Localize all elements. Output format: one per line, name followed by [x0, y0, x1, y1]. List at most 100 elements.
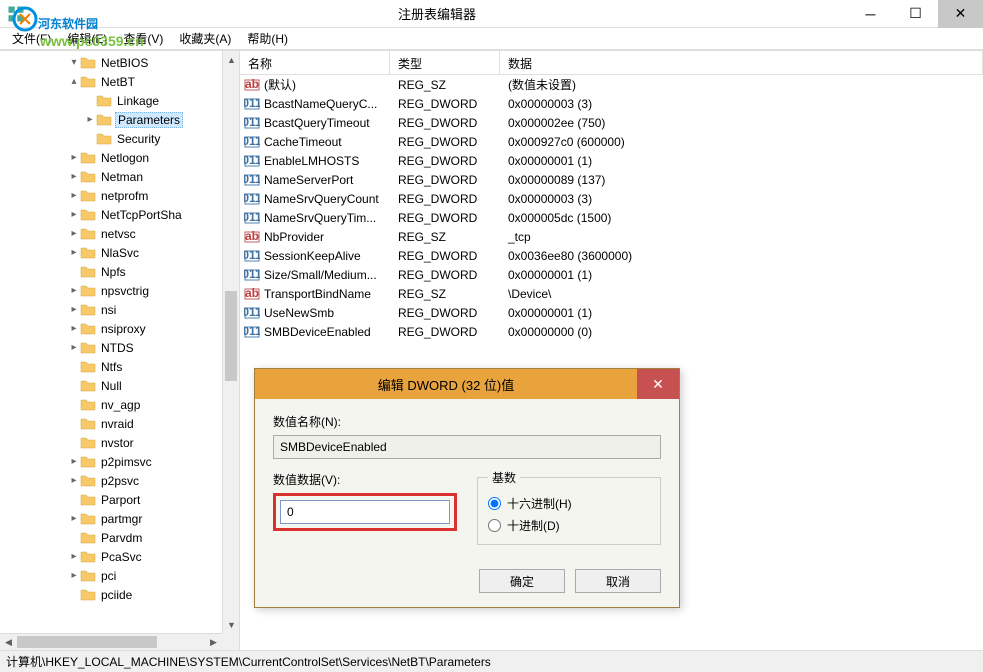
menu-help[interactable]: 帮助(H) [239, 28, 296, 49]
list-row[interactable]: NameServerPortREG_DWORD0x00000089 (137) [240, 170, 983, 189]
expander-icon[interactable]: ▴ [68, 76, 80, 87]
cancel-button[interactable]: 取消 [575, 569, 661, 593]
value-data-field[interactable] [280, 500, 450, 524]
menu-favorites[interactable]: 收藏夹(A) [171, 28, 239, 49]
list-row[interactable]: NameSrvQueryTim...REG_DWORD0x000005dc (1… [240, 208, 983, 227]
tree-item-label: pciide [99, 588, 134, 602]
menu-view[interactable]: 查看(V) [115, 28, 171, 49]
radix-hex-option[interactable]: 十六进制(H) [488, 492, 650, 514]
expander-icon[interactable]: ▾ [68, 57, 80, 68]
col-data[interactable]: 数据 [500, 51, 983, 74]
folder-icon [80, 359, 96, 375]
list-row[interactable]: SessionKeepAliveREG_DWORD0x0036ee80 (360… [240, 246, 983, 265]
tree-item[interactable]: nv_agp [0, 395, 239, 414]
tree-item[interactable]: nvstor [0, 433, 239, 452]
expander-icon[interactable]: ▸ [68, 304, 80, 315]
tree-item[interactable]: Null [0, 376, 239, 395]
list-row[interactable]: CacheTimeoutREG_DWORD0x000927c0 (600000) [240, 132, 983, 151]
value-data: 0x00000000 (0) [500, 325, 983, 339]
tree-item[interactable]: ▸PcaSvc [0, 547, 239, 566]
tree-item[interactable]: ▸pci [0, 566, 239, 585]
expander-icon[interactable]: ▸ [68, 171, 80, 182]
value-type: REG_DWORD [390, 97, 500, 111]
list-row[interactable]: TransportBindNameREG_SZ\Device\ [240, 284, 983, 303]
list-row[interactable]: NbProviderREG_SZ_tcp [240, 227, 983, 246]
minimize-button[interactable]: ─ [848, 0, 893, 28]
string-value-icon [244, 77, 260, 93]
expander-icon[interactable]: ▸ [68, 551, 80, 562]
list-row[interactable]: (默认)REG_SZ(数值未设置) [240, 75, 983, 94]
list-row[interactable]: EnableLMHOSTSREG_DWORD0x00000001 (1) [240, 151, 983, 170]
tree-item[interactable]: ▸netprofm [0, 186, 239, 205]
value-name: CacheTimeout [264, 135, 342, 149]
tree-item[interactable]: Ntfs [0, 357, 239, 376]
close-button[interactable]: ✕ [938, 0, 983, 28]
value-type: REG_DWORD [390, 306, 500, 320]
expander-icon[interactable]: ▸ [84, 114, 96, 125]
tree-item[interactable]: ▸nsiproxy [0, 319, 239, 338]
expander-icon[interactable]: ▸ [68, 456, 80, 467]
tree-item[interactable]: ▴NetBT [0, 72, 239, 91]
expander-icon[interactable]: ▸ [68, 228, 80, 239]
expander-icon[interactable]: ▸ [68, 285, 80, 296]
tree-item[interactable]: Linkage [0, 91, 239, 110]
expander-icon[interactable]: ▸ [68, 513, 80, 524]
value-data: 0x00000003 (3) [500, 192, 983, 206]
tree-item[interactable]: ▸NetTcpPortSha [0, 205, 239, 224]
col-type[interactable]: 类型 [390, 51, 500, 74]
expander-icon[interactable]: ▸ [68, 570, 80, 581]
expander-icon[interactable]: ▸ [68, 342, 80, 353]
binary-value-icon [244, 134, 260, 150]
list-row[interactable]: BcastQueryTimeoutREG_DWORD0x000002ee (75… [240, 113, 983, 132]
tree-item[interactable]: Security [0, 129, 239, 148]
radix-dec-radio[interactable] [488, 519, 501, 532]
tree-item[interactable]: ▸Parameters [0, 110, 239, 129]
list-row[interactable]: Size/Small/Medium...REG_DWORD0x00000001 … [240, 265, 983, 284]
expander-icon[interactable]: ▸ [68, 475, 80, 486]
expander-icon[interactable]: ▸ [68, 323, 80, 334]
expander-icon[interactable]: ▸ [68, 247, 80, 258]
tree-item[interactable]: Parvdm [0, 528, 239, 547]
tree-item[interactable]: Parport [0, 490, 239, 509]
maximize-button[interactable]: ☐ [893, 0, 938, 28]
tree-panel: ▾NetBIOS▴NetBTLinkage▸ParametersSecurity… [0, 51, 240, 650]
menu-edit[interactable]: 编辑(E) [59, 28, 115, 49]
value-name: NameServerPort [264, 173, 353, 187]
tree-item[interactable]: ▸partmgr [0, 509, 239, 528]
tree-item[interactable]: ▸npsvctrig [0, 281, 239, 300]
tree-item[interactable]: ▸Netlogon [0, 148, 239, 167]
value-name: NameSrvQueryTim... [264, 211, 376, 225]
value-data: 0x000002ee (750) [500, 116, 983, 130]
tree-item[interactable]: ▸nsi [0, 300, 239, 319]
tree-item[interactable]: ▸netvsc [0, 224, 239, 243]
tree-item[interactable]: ▸NlaSvc [0, 243, 239, 262]
expander-icon[interactable]: ▸ [68, 209, 80, 220]
dialog-close-button[interactable]: ✕ [637, 369, 679, 399]
menu-file[interactable]: 文件(F) [4, 28, 59, 49]
tree-scrollbar-h[interactable]: ◀ ▶ [0, 633, 222, 650]
tree-item[interactable]: pciide [0, 585, 239, 604]
radix-hex-radio[interactable] [488, 497, 501, 510]
folder-icon [96, 93, 112, 109]
list-row[interactable]: NameSrvQueryCountREG_DWORD0x00000003 (3) [240, 189, 983, 208]
tree-item[interactable]: Npfs [0, 262, 239, 281]
list-row[interactable]: BcastNameQueryC...REG_DWORD0x00000003 (3… [240, 94, 983, 113]
tree-item-label: NTDS [99, 341, 136, 355]
expander-icon[interactable]: ▸ [68, 190, 80, 201]
expander-icon[interactable]: ▸ [68, 152, 80, 163]
tree-item[interactable]: ▸p2psvc [0, 471, 239, 490]
titlebar: 注册表编辑器 ─ ☐ ✕ [0, 0, 983, 28]
tree-item[interactable]: ▸p2pimsvc [0, 452, 239, 471]
tree-item[interactable]: ▸ NTDS [0, 338, 239, 357]
list-row[interactable]: UseNewSmbREG_DWORD0x00000001 (1) [240, 303, 983, 322]
list-row[interactable]: SMBDeviceEnabledREG_DWORD0x00000000 (0) [240, 322, 983, 341]
tree-scrollbar-v[interactable]: ▲ ▼ [222, 51, 239, 633]
app-icon [6, 4, 26, 24]
tree-item[interactable]: nvraid [0, 414, 239, 433]
tree-item[interactable]: ▾NetBIOS [0, 53, 239, 72]
col-name[interactable]: 名称 [240, 51, 390, 74]
ok-button[interactable]: 确定 [479, 569, 565, 593]
tree-item[interactable]: ▸Netman [0, 167, 239, 186]
radix-dec-option[interactable]: 十进制(D) [488, 514, 650, 536]
binary-value-icon [244, 153, 260, 169]
